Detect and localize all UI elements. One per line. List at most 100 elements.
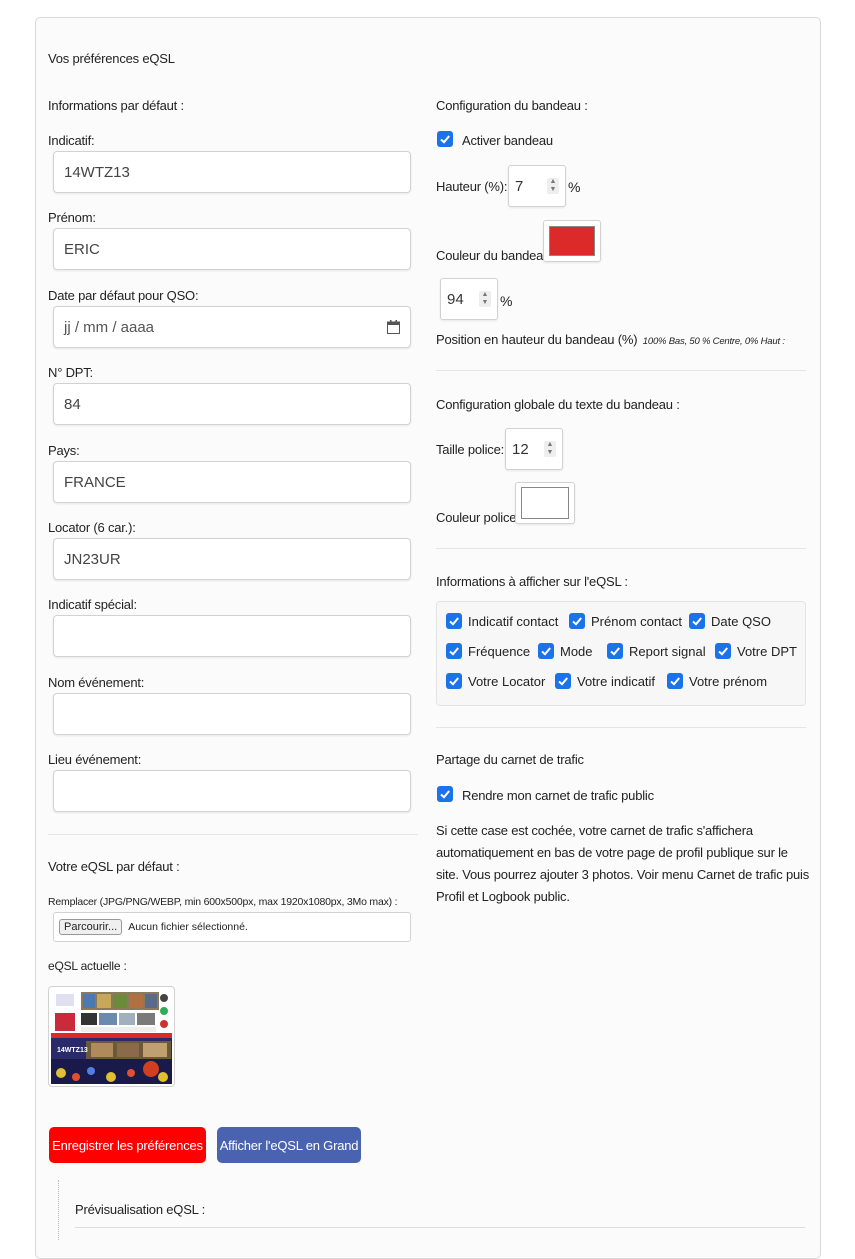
- event-name-input[interactable]: [53, 693, 411, 735]
- option-checkbox[interactable]: [446, 613, 462, 629]
- option-votre-prenom[interactable]: Votre prénom: [667, 673, 767, 689]
- check-icon: [541, 647, 551, 656]
- option-checkbox[interactable]: [667, 673, 683, 689]
- indicatif-label: Indicatif:: [48, 133, 95, 148]
- prenom-input[interactable]: ERIC: [53, 228, 411, 270]
- banner-color-picker[interactable]: [543, 220, 601, 262]
- option-checkbox[interactable]: [689, 613, 705, 629]
- dpt-label: N° DPT:: [48, 365, 93, 380]
- option-checkbox[interactable]: [446, 673, 462, 689]
- event-place-input[interactable]: [53, 770, 411, 812]
- save-preferences-button[interactable]: Enregistrer les préférences: [49, 1127, 206, 1163]
- check-icon: [558, 677, 568, 686]
- check-icon: [670, 677, 680, 686]
- thumb-callsign: 14WTZ13: [57, 1047, 88, 1054]
- special-callsign-label: Indicatif spécial:: [48, 597, 137, 612]
- date-placeholder: jj / mm / aaaa: [64, 318, 155, 336]
- banner-height-value: 7: [515, 177, 524, 195]
- banner-position-value: 94: [447, 290, 464, 308]
- banner-color-label: Couleur du bandeau:: [436, 248, 554, 263]
- dpt-input[interactable]: 84: [53, 383, 411, 425]
- default-info-title: Informations par défaut :: [48, 98, 184, 113]
- banner-position-unit: %: [500, 293, 513, 309]
- font-color-picker[interactable]: [515, 482, 575, 524]
- preview-label: Prévisualisation eQSL :: [75, 1202, 206, 1217]
- locator-label: Locator (6 car.):: [48, 520, 136, 535]
- current-eqsl-label: eQSL actuelle :: [48, 959, 127, 973]
- eqsl-default-title: Votre eQSL par défaut :: [48, 859, 180, 874]
- option-checkbox[interactable]: [607, 643, 623, 659]
- option-votre-locator[interactable]: Votre Locator: [446, 673, 545, 689]
- option-checkbox[interactable]: [715, 643, 731, 659]
- locator-value: JN23UR: [64, 550, 121, 568]
- banner-color-swatch: [549, 226, 595, 256]
- spinner-icon[interactable]: ▲ ▼: [544, 441, 556, 457]
- replace-label: Remplacer (JPG/PNG/WEBP, min 600x500px, …: [48, 896, 398, 908]
- option-indicatif-contact[interactable]: Indicatif contact: [446, 613, 558, 629]
- prenom-label: Prénom:: [48, 210, 96, 225]
- special-callsign-input[interactable]: [53, 615, 411, 657]
- check-icon: [610, 647, 620, 656]
- date-label: Date par défaut pour QSO:: [48, 288, 199, 303]
- right-divider-2: [436, 548, 806, 549]
- share-description: Si cette case est cochée, votre carnet d…: [436, 823, 810, 904]
- activate-banner-checkbox[interactable]: [437, 131, 453, 147]
- check-icon: [692, 617, 702, 626]
- check-icon: [440, 790, 450, 799]
- option-checkbox[interactable]: [555, 673, 571, 689]
- share-logbook-checkbox[interactable]: [437, 786, 453, 802]
- event-name-label: Nom événement:: [48, 675, 145, 690]
- font-color-label: Couleur police:: [436, 510, 520, 525]
- option-frequence[interactable]: Fréquence: [446, 643, 530, 659]
- option-prenom-contact[interactable]: Prénom contact: [569, 613, 682, 629]
- option-checkbox[interactable]: [569, 613, 585, 629]
- left-divider: [48, 834, 418, 835]
- option-votre-indicatif[interactable]: Votre indicatif: [555, 673, 655, 689]
- banner-position-input[interactable]: 94 ▲ ▼: [440, 278, 498, 320]
- check-icon: [440, 135, 450, 144]
- option-votre-dpt[interactable]: Votre DPT: [715, 643, 797, 659]
- share-title: Partage du carnet de trafic: [436, 752, 584, 767]
- display-info-title: Informations à afficher sur l'eQSL :: [436, 574, 628, 589]
- file-status: Aucun fichier sélectionné.: [128, 921, 248, 933]
- option-checkbox[interactable]: [446, 643, 462, 659]
- font-size-value: 12: [512, 440, 529, 458]
- pays-value: FRANCE: [64, 473, 126, 491]
- check-icon: [449, 647, 459, 656]
- locator-input[interactable]: JN23UR: [53, 538, 411, 580]
- option-date-qso[interactable]: Date QSO: [689, 613, 771, 629]
- date-input[interactable]: jj / mm / aaaa: [53, 306, 411, 348]
- check-icon: [572, 617, 582, 626]
- spinner-icon[interactable]: ▲ ▼: [479, 291, 491, 307]
- file-input[interactable]: Parcourir... Aucun fichier sélectionné.: [53, 912, 411, 942]
- option-checkbox[interactable]: [538, 643, 554, 659]
- current-eqsl-thumbnail[interactable]: 14WTZ13: [48, 986, 175, 1087]
- show-eqsl-big-button[interactable]: Afficher l'eQSL en Grand: [217, 1127, 361, 1163]
- option-report-signal[interactable]: Report signal: [607, 643, 706, 659]
- banner-position-label: Position en hauteur du bandeau (%) 100% …: [436, 332, 785, 347]
- font-size-label: Taille police:: [436, 442, 505, 457]
- prenom-value: ERIC: [64, 240, 100, 258]
- check-icon: [718, 647, 728, 656]
- text-config-title: Configuration globale du texte du bandea…: [436, 397, 680, 412]
- option-mode[interactable]: Mode: [538, 643, 593, 659]
- eqsl-image: 14WTZ13: [51, 989, 172, 1084]
- banner-height-unit: %: [568, 179, 581, 195]
- right-divider-3: [436, 727, 806, 728]
- indicatif-input[interactable]: 14WTZ13: [53, 151, 411, 193]
- calendar-icon[interactable]: [387, 320, 400, 338]
- right-divider-1: [436, 370, 806, 371]
- pays-input[interactable]: FRANCE: [53, 461, 411, 503]
- preview-frame: [75, 1227, 805, 1228]
- font-size-input[interactable]: 12 ▲ ▼: [505, 428, 563, 470]
- spinner-icon[interactable]: ▲ ▼: [547, 178, 559, 194]
- check-icon: [449, 617, 459, 626]
- event-place-label: Lieu événement:: [48, 752, 142, 767]
- pays-label: Pays:: [48, 443, 80, 458]
- indicatif-value: 14WTZ13: [64, 163, 130, 181]
- banner-height-input[interactable]: 7 ▲ ▼: [508, 165, 566, 207]
- banner-config-title: Configuration du bandeau :: [436, 98, 588, 113]
- share-logbook-label: Rendre mon carnet de trafic public: [462, 788, 654, 803]
- browse-button[interactable]: Parcourir...: [59, 919, 123, 935]
- dpt-value: 84: [64, 395, 81, 413]
